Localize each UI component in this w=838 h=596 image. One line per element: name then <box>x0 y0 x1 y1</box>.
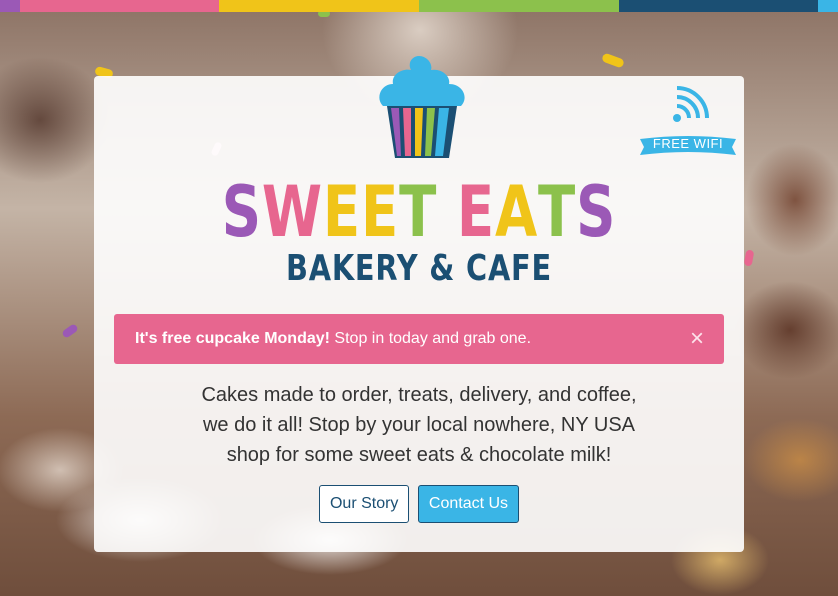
alert-text: Stop in today and grab one. <box>329 330 532 347</box>
hero-card: FREE WIFI SWEET EATS BAKERY & CAFE It's … <box>94 56 744 552</box>
stripe-segment <box>0 0 20 12</box>
brand-letter: A <box>495 171 539 253</box>
confetti <box>61 323 79 339</box>
brand-letter: E <box>456 171 496 253</box>
intro-line: we do it all! Stop by your local nowhere… <box>202 414 636 436</box>
stripe-segment <box>419 0 619 12</box>
intro-text: Cakes made to order, treats, delivery, a… <box>154 380 684 470</box>
confetti <box>601 52 625 69</box>
stripe-segment <box>818 0 838 12</box>
brand-letter: T <box>538 171 577 253</box>
contact-us-button[interactable]: Contact Us <box>417 485 520 523</box>
color-stripe <box>0 0 838 12</box>
brand-letter <box>437 172 457 252</box>
confetti <box>743 249 755 267</box>
wifi-label: FREE WIFI <box>652 136 724 151</box>
promo-alert: It's free cupcake Monday! Stop in today … <box>114 314 724 364</box>
our-story-button[interactable]: Our Story <box>318 485 410 523</box>
stripe-segment <box>618 0 819 12</box>
brand-title: SWEET EATS <box>166 172 673 252</box>
brand-letter: E <box>322 171 362 253</box>
free-wifi-badge: FREE WIFI <box>640 86 738 156</box>
wifi-icon <box>673 86 709 122</box>
brand-letter: T <box>399 171 438 253</box>
intro-line: shop for some sweet eats & chocolate mil… <box>226 444 612 466</box>
cupcake-icon <box>379 56 465 158</box>
brand-letter: S <box>221 171 262 253</box>
brand-letter: E <box>361 171 400 253</box>
intro-line: Cakes made to order, treats, delivery, a… <box>201 384 637 406</box>
alert-bold-text: It's free cupcake Monday! <box>135 330 330 347</box>
button-group: Our Story Contact Us <box>94 485 744 523</box>
close-icon[interactable]: × <box>690 314 704 364</box>
stripe-segment <box>219 0 420 12</box>
stripe-segment <box>19 0 220 12</box>
brand-letter: S <box>576 171 617 253</box>
brand-letter: W <box>261 171 323 253</box>
brand-subtitle: BAKERY & CAFE <box>285 248 553 289</box>
